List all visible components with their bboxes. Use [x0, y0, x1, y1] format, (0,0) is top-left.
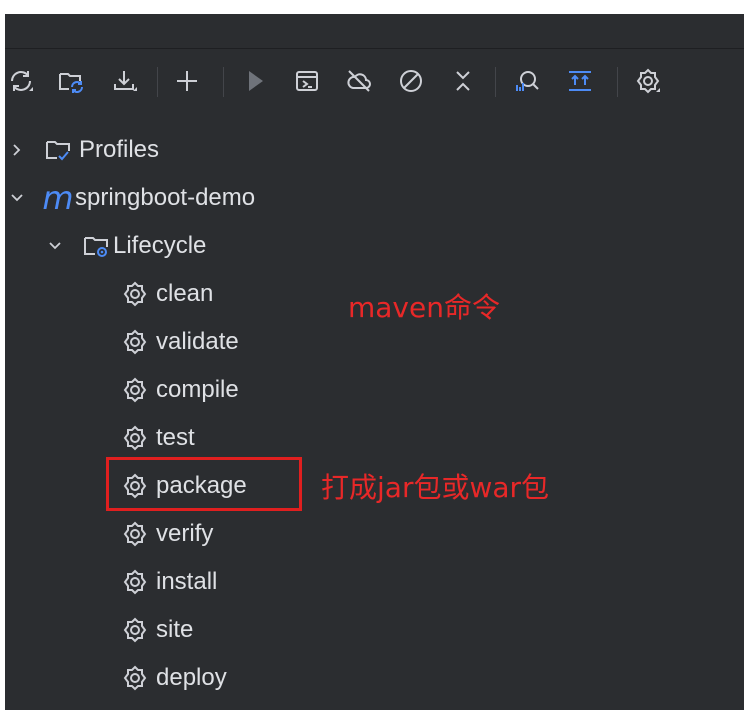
gear-icon	[120, 615, 150, 645]
run-maven-build-icon	[249, 71, 263, 91]
tree-item-goal-compile[interactable]: compile	[120, 366, 540, 414]
execute-goal-icon	[296, 71, 318, 91]
gear-icon	[120, 567, 150, 597]
toolbar-separator	[223, 67, 224, 97]
maven-toolbar	[5, 59, 744, 103]
reload-all-projects-button[interactable]	[5, 65, 37, 97]
reimport-button[interactable]	[55, 65, 87, 97]
download-sources-button[interactable]	[109, 65, 141, 97]
chevron-right-icon[interactable]	[9, 142, 25, 158]
toggle-offline-icon	[347, 70, 371, 92]
profiles-folder-icon	[43, 135, 73, 165]
gear-icon	[120, 327, 150, 357]
tree-item-goal-deploy[interactable]: deploy	[120, 654, 540, 702]
run-maven-build-button[interactable]	[239, 65, 271, 97]
show-dependencies-button[interactable]	[564, 65, 596, 97]
gear-icon	[120, 519, 150, 549]
goal-label: test	[156, 424, 195, 451]
show-dependencies-icon	[569, 71, 591, 91]
tree-item-profiles[interactable]: Profiles	[9, 126, 429, 174]
maven-tool-window: Profiles m springboot-demo Lifecycle cle…	[5, 14, 744, 710]
annotation-maven-commands: maven命令	[348, 291, 500, 324]
tree-item-goal-test[interactable]: test	[120, 414, 540, 462]
settings-button[interactable]	[632, 65, 664, 97]
add-maven-project-icon	[177, 71, 197, 91]
collapse-all-button[interactable]	[447, 65, 479, 97]
skip-tests-icon	[400, 70, 422, 92]
analyze-dependencies-icon	[516, 71, 539, 91]
analyze-dependencies-button[interactable]	[510, 65, 542, 97]
gear-icon	[120, 279, 150, 309]
tree-item-label: springboot-demo	[75, 184, 256, 211]
tree-item-label: Profiles	[79, 136, 160, 163]
goal-label: compile	[156, 376, 239, 403]
reload-all-projects-icon	[11, 71, 33, 91]
goal-label: site	[156, 616, 194, 643]
reimport-icon	[59, 73, 83, 93]
settings-icon	[636, 68, 660, 94]
toggle-offline-button[interactable]	[343, 65, 375, 97]
skip-tests-button[interactable]	[395, 65, 427, 97]
add-maven-project-button[interactable]	[171, 65, 203, 97]
download-sources-icon	[114, 71, 137, 91]
tree-item-project[interactable]: m springboot-demo	[9, 174, 429, 222]
tree-item-goal-verify[interactable]: verify	[120, 510, 540, 558]
tree-item-goal-install[interactable]: install	[120, 558, 540, 606]
goal-label: verify	[156, 520, 214, 547]
tool-window-header	[5, 14, 744, 49]
window-top-edge	[0, 0, 744, 14]
goal-label: install	[156, 568, 218, 595]
annotation-package: 打成jar包或war包	[321, 471, 550, 504]
toolbar-separator	[617, 67, 618, 97]
highlight-box-package	[106, 457, 302, 511]
execute-goal-button[interactable]	[291, 65, 323, 97]
chevron-down-icon[interactable]	[9, 190, 25, 206]
gear-icon	[120, 375, 150, 405]
chevron-down-icon[interactable]	[47, 238, 63, 254]
goal-label: clean	[156, 280, 214, 307]
tree-item-goal-site[interactable]: site	[120, 606, 540, 654]
gear-icon	[120, 423, 150, 453]
toolbar-separator	[495, 67, 496, 97]
goal-label: deploy	[156, 664, 227, 691]
toolbar-separator	[157, 67, 158, 97]
lifecycle-folder-icon	[81, 231, 111, 261]
maven-project-icon: m	[42, 179, 74, 217]
collapse-all-icon	[456, 71, 470, 91]
goal-label: validate	[156, 328, 239, 355]
tree-item-label: Lifecycle	[113, 232, 207, 259]
tree-item-lifecycle[interactable]: Lifecycle	[47, 222, 467, 270]
gear-icon	[120, 663, 150, 693]
